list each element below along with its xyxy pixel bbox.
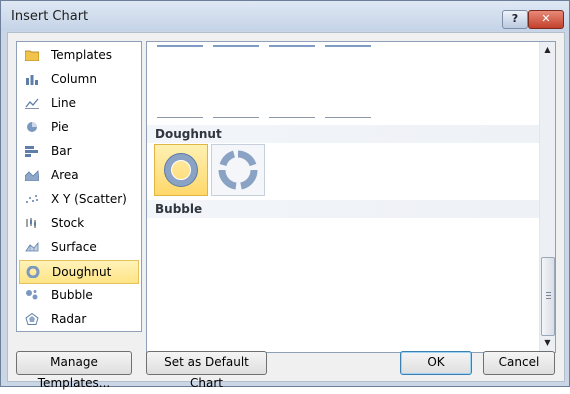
gallery-row-edge — [157, 45, 203, 47]
chart-type-pie[interactable]: Pie — [19, 116, 139, 138]
manage-templates-button[interactable]: Manage Templates... — [16, 351, 132, 390]
chart-type-column[interactable]: Column — [19, 68, 139, 90]
chart-type-label: Templates — [51, 48, 113, 62]
gallery-scrollbar[interactable]: ▲ ▼ — [539, 42, 555, 352]
exploded-doughnut-subtype[interactable] — [211, 144, 265, 196]
chart-type-label: X Y (Scatter) — [51, 192, 127, 206]
pie-chart-icon — [27, 122, 37, 132]
chart-type-label: Radar — [51, 312, 87, 326]
chart-type-label: Doughnut — [52, 265, 112, 279]
chart-type-bar[interactable]: Bar — [19, 140, 139, 162]
section-label: Doughnut — [155, 127, 222, 141]
chart-type-list: Templates Column Line Pie Bar Area X Y (… — [16, 41, 142, 332]
cancel-button[interactable]: Cancel — [483, 351, 555, 375]
chart-type-label: Pie — [51, 120, 69, 134]
scroll-down-arrow-icon[interactable]: ▼ — [543, 339, 552, 347]
chart-type-bubble[interactable]: Bubble — [19, 284, 139, 306]
section-header-doughnut: Doughnut — [147, 125, 539, 143]
bubble-chart-icon — [26, 290, 38, 300]
chart-subtype-gallery: Doughnut Bubble ▲ ▼ — [146, 41, 556, 353]
column-chart-icon — [26, 75, 38, 85]
dialog-body: Templates Column Line Pie Bar Area X Y (… — [7, 32, 565, 390]
chart-type-area[interactable]: Area — [19, 164, 139, 186]
stock-chart-icon — [26, 218, 36, 228]
radar-chart-icon — [25, 313, 39, 325]
scatter-chart-icon — [26, 195, 38, 203]
insert-chart-dialog: Insert Chart ? ✕ Templates Column Line P… — [0, 0, 570, 390]
scroll-thumb[interactable] — [541, 257, 555, 336]
chart-type-scatter[interactable]: X Y (Scatter) — [19, 188, 139, 210]
help-button[interactable]: ? — [502, 10, 528, 29]
folder-icon — [25, 50, 39, 61]
doughnut-chart-icon — [26, 266, 40, 278]
ok-button[interactable]: OK — [400, 351, 472, 375]
gallery-row-edge — [325, 45, 371, 47]
area-chart-icon — [25, 170, 39, 181]
gallery-row-edge — [269, 117, 315, 118]
set-default-chart-button[interactable]: Set as Default Chart — [146, 351, 267, 390]
chart-type-label: Bar — [51, 144, 72, 158]
chart-type-templates[interactable]: Templates — [19, 44, 139, 66]
gallery-row-edge — [157, 117, 203, 118]
chart-type-label: Bubble — [51, 288, 93, 302]
chart-type-label: Line — [51, 96, 77, 110]
chart-type-label: Area — [51, 168, 79, 182]
chart-type-label: Surface — [51, 240, 97, 254]
chart-type-label: Stock — [51, 216, 85, 230]
section-header-bubble: Bubble — [147, 200, 539, 218]
chart-type-radar[interactable]: Radar — [19, 308, 139, 330]
doughnut-icon — [164, 153, 198, 187]
chart-type-label: Column — [51, 72, 97, 86]
chart-type-surface[interactable]: Surface — [19, 236, 139, 258]
chart-type-line[interactable]: Line — [19, 92, 139, 114]
section-label: Bubble — [155, 202, 203, 216]
scroll-up-arrow-icon[interactable]: ▲ — [543, 46, 552, 54]
title-bar[interactable]: Insert Chart ? ✕ — [1, 1, 569, 31]
chart-type-stock[interactable]: Stock — [19, 212, 139, 234]
grip-line — [546, 295, 551, 296]
doughnut-subtype[interactable] — [154, 144, 208, 196]
chart-type-doughnut[interactable]: Doughnut — [19, 260, 139, 284]
line-chart-icon — [25, 98, 39, 109]
close-button[interactable]: ✕ — [528, 10, 564, 29]
surface-chart-icon — [25, 241, 39, 252]
exploded-doughnut-icon — [218, 150, 258, 190]
gallery-row-edge — [325, 117, 371, 118]
gallery-row-edge — [213, 45, 259, 47]
grip-line — [546, 298, 551, 299]
dialog-title: Insert Chart — [11, 9, 89, 24]
grip-line — [546, 292, 551, 293]
gallery-row-edge — [213, 117, 259, 118]
gallery-row-edge — [269, 45, 315, 47]
bar-chart-icon — [25, 146, 38, 157]
